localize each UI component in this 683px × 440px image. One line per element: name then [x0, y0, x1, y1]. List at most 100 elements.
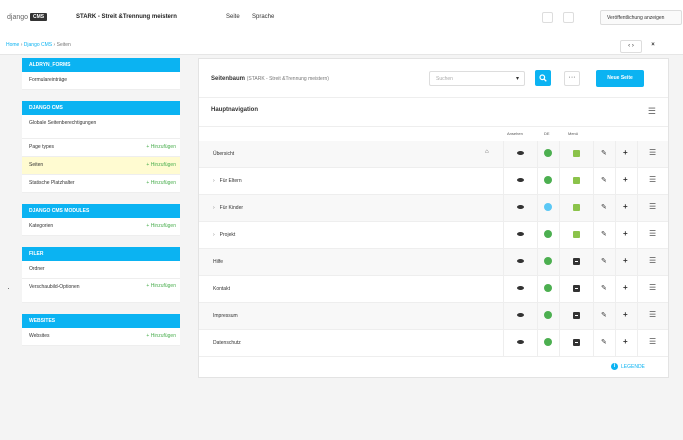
tree-row-title[interactable]: › Projekt	[213, 232, 235, 238]
menu-toggle-icon[interactable]	[573, 231, 580, 238]
plus-icon[interactable]: +	[623, 310, 628, 319]
add-link[interactable]: + Hinzufügen	[146, 157, 176, 174]
plus-icon[interactable]: +	[623, 337, 628, 346]
status-dot-icon[interactable]	[544, 149, 552, 157]
sidebar-item-label[interactable]: Seiten	[29, 157, 43, 174]
hamburger-icon[interactable]: ☰	[649, 175, 656, 184]
menu-toggle-icon[interactable]	[573, 285, 580, 292]
pencil-icon[interactable]: ✎	[601, 176, 607, 184]
sidebar-item-label[interactable]: Statische Platzhalter	[29, 175, 75, 192]
menu-toggle-icon[interactable]	[573, 312, 580, 319]
new-page-button[interactable]: Neue Seite	[596, 70, 644, 87]
django-cms-logo[interactable]: django CMS	[7, 13, 48, 21]
sidebar-module-title[interactable]: WEBSITES	[22, 314, 180, 328]
status-dot-icon[interactable]	[544, 311, 552, 319]
tree-row-title[interactable]: Impressum	[213, 313, 238, 319]
legend-button[interactable]: i LEGENDE	[611, 363, 645, 370]
plus-icon[interactable]: +	[623, 229, 628, 238]
sidebar-item[interactable]: Formulareinträge	[22, 72, 180, 90]
sidebar-item-label[interactable]: Kategorien	[29, 218, 53, 235]
pencil-icon[interactable]: ✎	[601, 284, 607, 292]
content-icon[interactable]	[563, 12, 574, 23]
status-dot-icon[interactable]	[544, 284, 552, 292]
menu-toggle-icon[interactable]	[573, 258, 580, 265]
menu-toggle-icon[interactable]	[573, 204, 580, 211]
search-input[interactable]: Suchen ▾	[429, 71, 525, 86]
sidebar-item[interactable]: Page types + Hinzufügen	[22, 139, 180, 157]
status-dot-icon[interactable]	[544, 176, 552, 184]
sidebar-item[interactable]: Globale Seitenberechtigungen	[22, 115, 180, 139]
hamburger-icon[interactable]: ☰	[649, 283, 656, 292]
hamburger-icon[interactable]: ☰	[649, 310, 656, 319]
sidebar-item-label[interactable]: Formulareinträge	[29, 72, 67, 89]
hamburger-icon[interactable]: ☰	[649, 148, 656, 157]
eye-icon[interactable]	[517, 313, 524, 317]
chevron-right-icon[interactable]: ›	[213, 178, 215, 184]
sidebar-module-title[interactable]: DJANGO CMS MODULES	[22, 204, 180, 218]
status-dot-icon[interactable]	[544, 203, 552, 211]
pencil-icon[interactable]: ✎	[601, 311, 607, 319]
search-button[interactable]	[535, 70, 551, 86]
tree-row-title[interactable]: Datenschutz	[213, 340, 241, 346]
sidebar-item-label[interactable]: Page types	[29, 139, 54, 156]
eye-icon[interactable]	[517, 178, 524, 182]
hamburger-icon[interactable]: ☰	[649, 256, 656, 265]
eye-icon[interactable]	[517, 232, 524, 236]
tree-row-title[interactable]: Übersicht	[213, 151, 234, 157]
menu-toggle-icon[interactable]	[573, 339, 580, 346]
chevron-down-icon[interactable]: ▾	[516, 72, 519, 87]
chevron-right-icon[interactable]: ›	[213, 205, 215, 211]
history-arrows-button[interactable]: ‹ ›	[620, 40, 642, 53]
pencil-icon[interactable]: ✎	[601, 257, 607, 265]
hamburger-icon[interactable]: ☰	[649, 202, 656, 211]
menu-toggle-icon[interactable]	[573, 177, 580, 184]
pencil-icon[interactable]: ✎	[601, 203, 607, 211]
hamburger-icon[interactable]: ☰	[649, 229, 656, 238]
status-dot-icon[interactable]	[544, 257, 552, 265]
hamburger-icon[interactable]: ☰	[649, 337, 656, 346]
plus-icon[interactable]: +	[623, 283, 628, 292]
menu-page[interactable]: Seite	[226, 14, 240, 20]
tree-row-title[interactable]: Kontakt	[213, 286, 230, 292]
sidebar-item[interactable]: Verschaubild-Optionen + Hinzufügen	[22, 279, 180, 303]
publish-view-button[interactable]: Veröffentlichung anzeigen	[600, 10, 682, 25]
pencil-icon[interactable]: ✎	[601, 149, 607, 157]
sidebar-module-title[interactable]: FILER	[22, 247, 180, 261]
eye-icon[interactable]	[517, 259, 524, 263]
sidebar-item-label[interactable]: Ordner	[29, 261, 45, 278]
menu-toggle-icon[interactable]	[573, 150, 580, 157]
close-icon[interactable]: ×	[646, 40, 660, 51]
tree-row-title[interactable]: › Für Eltern	[213, 178, 242, 184]
more-options-button[interactable]: ···	[564, 71, 580, 86]
chevron-right-icon[interactable]: ›	[213, 232, 215, 238]
sidebar-module-title[interactable]: ALDRYN_FORMS	[22, 58, 180, 72]
sidebar-item-label[interactable]: Websites	[29, 328, 49, 345]
pencil-icon[interactable]: ✎	[601, 230, 607, 238]
structure-icon[interactable]	[542, 12, 553, 23]
sidebar-item-label[interactable]: Globale Seitenberechtigungen	[29, 120, 96, 127]
site-title-menu[interactable]: STARK - Streit &Trennung meistern	[76, 14, 177, 20]
tree-row-title[interactable]: Hilfe	[213, 259, 223, 265]
sidebar-module-title[interactable]: DJANGO CMS	[22, 101, 180, 115]
add-link[interactable]: + Hinzufügen	[146, 218, 176, 235]
add-link[interactable]: + Hinzufügen	[146, 139, 176, 156]
breadcrumb-django-cms[interactable]: Django CMS	[24, 42, 52, 48]
plus-icon[interactable]: +	[623, 148, 628, 157]
eye-icon[interactable]	[517, 151, 524, 155]
plus-icon[interactable]: +	[623, 202, 628, 211]
hamburger-icon[interactable]: ☰	[648, 106, 656, 117]
plus-icon[interactable]: +	[623, 256, 628, 265]
status-dot-icon[interactable]	[544, 230, 552, 238]
breadcrumb-home[interactable]: Home	[6, 42, 19, 48]
sidebar-item[interactable]: Statische Platzhalter + Hinzufügen	[22, 175, 180, 193]
add-link[interactable]: + Hinzufügen	[146, 175, 176, 192]
pencil-icon[interactable]: ✎	[601, 338, 607, 346]
tree-row-title[interactable]: › Für Kinder	[213, 205, 243, 211]
eye-icon[interactable]	[517, 340, 524, 344]
sidebar-item-label[interactable]: Verschaubild-Optionen	[29, 284, 80, 291]
sidebar-item[interactable]: Seiten + Hinzufügen	[22, 157, 180, 175]
sidebar-item[interactable]: Kategorien + Hinzufügen	[22, 218, 180, 236]
plus-icon[interactable]: +	[623, 175, 628, 184]
status-dot-icon[interactable]	[544, 338, 552, 346]
menu-language[interactable]: Sprache	[252, 14, 274, 20]
